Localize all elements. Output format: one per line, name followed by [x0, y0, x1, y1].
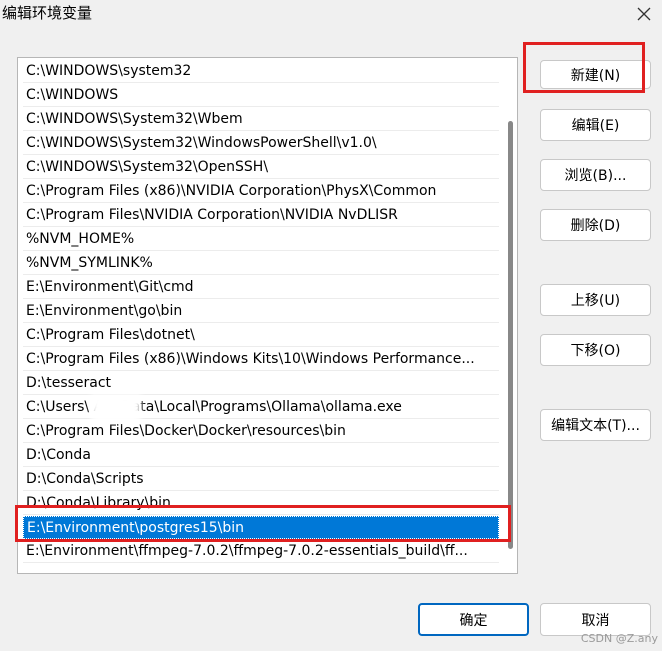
path-list-item[interactable]: C:\Program Files (x86)\Windows Kits\10\W… [23, 348, 499, 371]
path-list-item[interactable]: C:\WINDOWS\System32\OpenSSH\ [23, 156, 499, 179]
path-list-item[interactable]: D:\Conda\Library\bin [23, 492, 499, 515]
path-list-item[interactable]: E:\Environment\Git\cmd [23, 276, 499, 299]
path-list-item[interactable]: C:\Program Files\dotnet\ [23, 324, 499, 347]
close-icon [637, 7, 651, 21]
path-list-item[interactable]: %NVM_SYMLINK% [23, 252, 499, 275]
vertical-scrollbar[interactable] [508, 121, 513, 549]
delete-button[interactable]: 删除(D) [540, 209, 651, 241]
window-title: 编辑环境变量 [2, 4, 93, 22]
browse-button[interactable]: 浏览(B)... [540, 159, 651, 191]
path-list-item[interactable]: E:\Environment\go\bin [23, 300, 499, 323]
path-list-item[interactable]: C:\Program Files (x86)\NVIDIA Corporatio… [23, 180, 499, 203]
path-list-item[interactable]: D:\Conda [23, 444, 499, 467]
path-list-item[interactable]: %NVM_HOME% [23, 228, 499, 251]
path-list-item[interactable]: D:\Conda\Scripts [23, 468, 499, 491]
new-button[interactable]: 新建(N) [540, 60, 651, 89]
path-list-item[interactable]: C:\Program Files\NVIDIA Corporation\NVID… [23, 204, 499, 227]
path-list-item[interactable]: C:\Program Files\Docker\Docker\resources… [23, 420, 499, 443]
close-button[interactable] [632, 2, 656, 26]
edit-button[interactable]: 编辑(E) [540, 109, 651, 141]
path-list-item[interactable]: D:\tesseract [23, 372, 499, 395]
edit-environment-variable-dialog: 编辑环境变量 C:\WINDOWS\system32 C:\WINDOWS C:\W… [0, 0, 662, 651]
ok-button[interactable]: 确定 [418, 603, 529, 636]
path-list-item[interactable]: C:\WINDOWS\System32\WindowsPowerShell\v1… [23, 132, 499, 155]
move-down-button[interactable]: 下移(O) [540, 334, 651, 366]
watermark: CSDN @Z.any [580, 632, 658, 645]
path-list-item[interactable]: E:\Environment\ffmpeg-7.0.2\ffmpeg-7.0.2… [23, 540, 499, 563]
edit-text-button[interactable]: 编辑文本(T)... [540, 409, 651, 441]
path-list-item-selected[interactable]: E:\Environment\postgres15\bin [23, 516, 499, 539]
redacted-username [91, 394, 141, 422]
path-list-item[interactable]: C:\WINDOWS\system32 [23, 60, 499, 83]
path-list-item[interactable]: C:\WINDOWS [23, 84, 499, 107]
move-up-button[interactable]: 上移(U) [540, 284, 651, 316]
path-list-item[interactable]: C:\WINDOWS\System32\Wbem [23, 108, 499, 131]
path-list[interactable]: C:\WINDOWS\system32 C:\WINDOWS C:\WINDOWS\… [17, 57, 518, 574]
